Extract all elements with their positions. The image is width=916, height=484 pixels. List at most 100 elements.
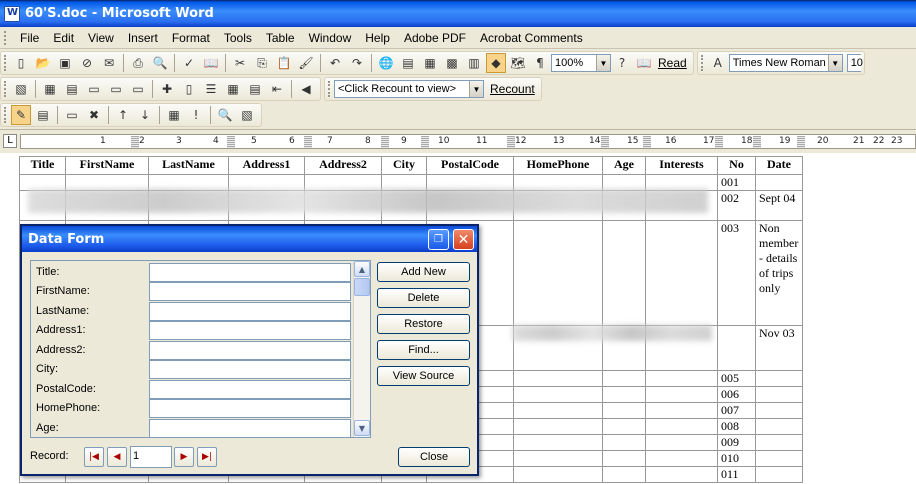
scroll-up-icon[interactable]: ▲ [354,261,370,277]
column-marker[interactable] [507,136,515,148]
window-title-bar[interactable]: 60'S.doc - Microsoft Word [0,0,916,27]
column-header-address1[interactable]: Address1 [228,156,305,175]
cell-date[interactable] [755,174,803,191]
column-header-homephone[interactable]: HomePhone [513,156,603,175]
chevron-down-icon[interactable]: ▼ [827,55,842,71]
read-button[interactable]: Read [655,56,690,70]
menu-grip[interactable] [4,30,7,45]
redo-icon[interactable]: ↷ [347,53,367,73]
column-marker[interactable] [753,136,761,148]
tab-selector-icon[interactable]: L [3,134,17,148]
update-field-icon[interactable]: ! [186,105,206,125]
scrollbar-thumb[interactable] [354,278,370,296]
cell-date[interactable] [755,402,803,419]
print-preview-icon[interactable]: 🔍 [150,53,170,73]
menu-window[interactable]: Window [302,31,359,45]
undo-icon[interactable]: ↶ [325,53,345,73]
postalcode-field[interactable] [149,380,351,399]
cell-no[interactable]: 001 [717,174,756,191]
cell-no[interactable]: 002 [717,190,756,221]
data-form-dialog[interactable]: Data Form ❐ ✕ Title: FirstName: LastName… [20,224,479,476]
open-folder-icon[interactable]: 📂 [33,53,53,73]
title-field[interactable] [149,263,351,282]
word-app-icon[interactable] [4,5,20,22]
cell-no[interactable]: 011 [717,466,756,483]
menu-format[interactable]: Format [165,31,217,45]
chevron-down-icon[interactable]: ▼ [469,81,483,97]
menu-tools[interactable]: Tools [217,31,259,45]
toolbar-grip[interactable] [4,107,7,123]
font-name-select[interactable]: Times New Roman ▼ [728,54,843,72]
insert-address-block-icon[interactable]: ▭ [84,79,104,99]
email-icon[interactable]: ✉ [99,53,119,73]
recount-button[interactable]: Recount [487,82,538,96]
column-marker[interactable] [131,136,139,148]
age-field[interactable] [149,419,351,438]
format-painter-icon[interactable]: 🖌 [296,53,316,73]
previous-record-icon[interactable]: ◀ [296,79,316,99]
homephone-field[interactable] [149,399,351,418]
toolbar-grip[interactable] [4,81,7,97]
scroll-down-icon[interactable]: ▼ [354,420,370,436]
propagate-labels-icon[interactable]: ▤ [245,79,265,99]
address2-field[interactable] [149,341,351,360]
column-header-age[interactable]: Age [602,156,646,175]
data-form-icon[interactable]: ✎ [11,105,31,125]
mail-merge-main-document-icon[interactable]: ▧ [237,105,257,125]
column-marker[interactable] [381,136,389,148]
next-record-icon[interactable]: ▶ [174,447,194,467]
column-marker[interactable] [601,136,609,148]
column-header-firstname[interactable]: FirstName [65,156,149,175]
insert-database-icon[interactable]: ▦ [164,105,184,125]
menu-view[interactable]: View [81,31,121,45]
styles-formatting-icon[interactable]: A [708,53,728,73]
cell-date[interactable]: Non member - details of trips only [755,220,803,326]
chevron-down-icon[interactable]: ▼ [596,55,610,71]
cell-no[interactable]: 003 [717,220,756,326]
cut-icon[interactable]: ✂ [230,53,250,73]
paste-icon[interactable]: 📋 [274,53,294,73]
add-new-record-icon[interactable]: ▭ [62,105,82,125]
sort-descending-icon[interactable]: ↓ [135,105,155,125]
insert-word-field-icon[interactable]: ✚ [157,79,177,99]
document-map-icon[interactable]: 🗺 [508,53,528,73]
delete-record-icon[interactable]: ✖ [84,105,104,125]
column-header-city[interactable]: City [381,156,427,175]
sort-ascending-icon[interactable]: ↑ [113,105,133,125]
permission-icon[interactable]: ⊘ [77,53,97,73]
cell-date[interactable] [755,466,803,483]
cell-date[interactable]: Sept 04 [755,190,803,221]
column-marker[interactable] [715,136,723,148]
help-icon[interactable]: ? [612,53,632,73]
drawing-icon[interactable]: ◆ [486,53,506,73]
columns-icon[interactable]: ▥ [464,53,484,73]
column-marker[interactable] [421,136,429,148]
cell-no[interactable]: 010 [717,450,756,467]
city-field[interactable] [149,360,351,379]
add-new-button[interactable]: Add New [377,262,470,282]
column-header-interests[interactable]: Interests [645,156,718,175]
spelling-icon[interactable]: ✓ [179,53,199,73]
menu-table[interactable]: Table [259,31,302,45]
read-icon[interactable]: 📖 [634,53,654,73]
column-marker[interactable] [643,136,651,148]
find-button[interactable]: Find... [377,340,470,360]
insert-table-icon[interactable]: ▦ [420,53,440,73]
insert-greeting-line-icon[interactable]: ▭ [106,79,126,99]
show-hide-icon[interactable]: ¶ [530,53,550,73]
column-header-no[interactable]: No [717,156,756,175]
new-document-icon[interactable]: ▯ [11,53,31,73]
zoom-select[interactable]: 100% ▼ [551,54,611,72]
main-document-setup-icon[interactable]: ▧ [11,79,31,99]
cell-date[interactable] [755,370,803,387]
view-source-button[interactable]: View Source [377,366,470,386]
cell-no[interactable]: 009 [717,434,756,451]
menu-edit[interactable]: Edit [46,31,81,45]
previous-record-icon[interactable]: ◀ [107,447,127,467]
cell-no[interactable]: 006 [717,386,756,403]
tables-borders-icon[interactable]: ▤ [398,53,418,73]
lastname-field[interactable] [149,302,351,321]
cell-date[interactable] [755,450,803,467]
research-icon[interactable]: 📖 [201,53,221,73]
close-button[interactable]: Close [398,447,470,467]
